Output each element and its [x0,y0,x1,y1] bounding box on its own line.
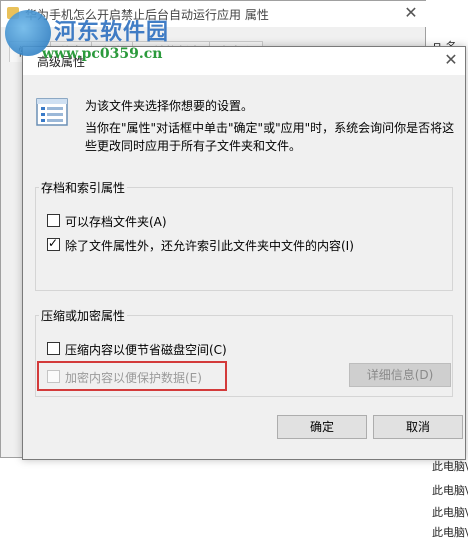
cancel-button[interactable]: 取消 [373,415,463,439]
background-close-button[interactable]: ✕ [397,2,425,24]
watermark-url: www.pc0359.cn [42,46,163,62]
ok-button[interactable]: 确定 [277,415,367,439]
compress-checkbox-label[interactable]: 压缩内容以便节省磁盘空间(C) [65,341,227,358]
archive-checkbox-label[interactable]: 可以存档文件夹(A) [65,213,167,230]
explorer-path-cell: 此电脑\桌 [432,526,468,539]
compress-checkbox[interactable] [47,342,60,355]
compress-group-label: 压缩或加密属性 [39,307,128,324]
intro-text: 些更改同时应用于所有子文件夹和文件。 [85,139,302,153]
details-button[interactable]: 详细信息(D) [349,363,451,387]
highlight-annotation [37,361,227,391]
advanced-attributes-dialog: 高级属性 ✕ 为该文件夹选择你想要的设置。 当你在"属性"对话框中单击"确定"或… [22,46,466,460]
folder-settings-icon [36,98,68,126]
intro-text: 为该文件夹选择你想要的设置。 [85,99,254,113]
index-checkbox[interactable] [47,236,60,251]
watermark-title: 河东软件园 [54,20,170,45]
archive-group-label: 存档和索引属性 [39,179,128,196]
intro-text: 当你在"属性"对话框中单击"确定"或"应用"时，系统会询问你是否将这 [85,121,455,135]
index-checkbox-label[interactable]: 除了文件属性外，还允许索引此文件夹中文件的内容(I) [65,237,354,254]
explorer-path-cell: 此电脑\桌 [432,460,468,473]
archive-checkbox[interactable] [47,214,60,227]
explorer-path-cell: 此电脑\桌 [432,484,468,497]
explorer-path-cell: 此电脑\桌 [432,506,468,519]
dialog-close-button[interactable]: ✕ [439,49,463,71]
